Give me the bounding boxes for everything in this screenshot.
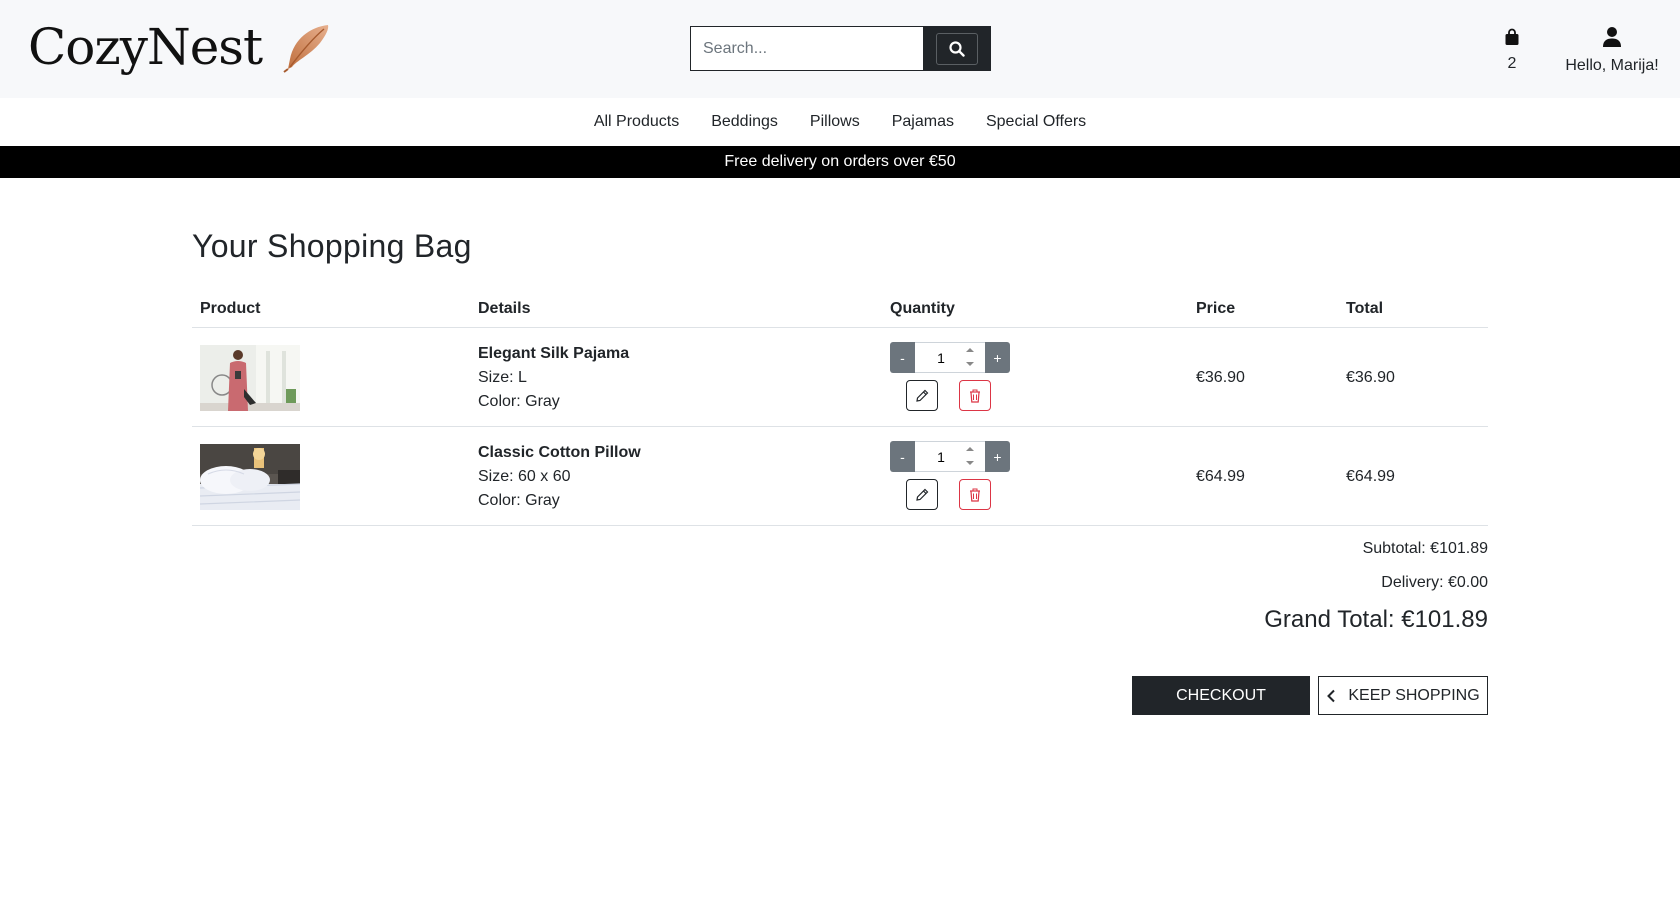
decrement-button[interactable]: -	[890, 342, 915, 373]
search-button[interactable]	[923, 26, 991, 71]
row-actions	[890, 380, 1180, 411]
bag-content: Your Shopping Bag Product Details Quanti…	[192, 228, 1488, 715]
edit-button[interactable]	[906, 479, 938, 510]
nav-beddings[interactable]: Beddings	[711, 113, 778, 131]
spinner-arrows[interactable]	[963, 447, 977, 465]
logo-text: CozyNest	[28, 18, 263, 76]
row-actions	[890, 479, 1180, 510]
main-nav: All Products Beddings Pillows Pajamas Sp…	[0, 98, 1680, 146]
quantity-stepper: - +	[890, 342, 1010, 373]
product-details-cell: Elegant Silk Pajama Size: L Color: Gray	[470, 327, 882, 427]
delivery-cost: Delivery: €0.00	[1381, 574, 1488, 591]
product-image-cell	[192, 327, 470, 427]
bag-table: Product Details Quantity Price Total Ele…	[192, 294, 1488, 526]
search-icon	[949, 40, 965, 57]
account-link[interactable]: Hello, Marija!	[1542, 26, 1680, 75]
nav-pillows[interactable]: Pillows	[810, 113, 860, 131]
order-summary: Subtotal: €101.89 Delivery: €0.00 Grand …	[1264, 540, 1488, 634]
product-image-pillow	[200, 444, 300, 510]
promo-banner: Free delivery on orders over €50	[0, 146, 1680, 178]
quantity-cell: - +	[882, 327, 1188, 427]
page-title: Your Shopping Bag	[192, 228, 472, 264]
delete-button[interactable]	[959, 380, 991, 411]
nav-pajamas[interactable]: Pajamas	[892, 113, 954, 131]
bag-buttons: CHECKOUT KEEP SHOPPING	[1132, 676, 1488, 715]
decrement-button[interactable]: -	[890, 441, 915, 472]
subtotal: Subtotal: €101.89	[1362, 540, 1488, 557]
product-image-pajama	[200, 345, 300, 411]
chevron-left-icon	[1327, 689, 1336, 702]
pencil-icon	[916, 389, 929, 402]
checkout-button[interactable]: CHECKOUT	[1132, 676, 1310, 715]
header-quantity: Quantity	[882, 294, 1188, 328]
product-price: €64.99	[1188, 426, 1338, 526]
quantity-stepper: - +	[890, 441, 1010, 472]
product-total: €64.99	[1338, 426, 1488, 526]
header-total: Total	[1338, 294, 1488, 328]
search-input[interactable]	[690, 26, 923, 71]
product-price: €36.90	[1188, 327, 1338, 427]
trash-icon	[970, 488, 980, 502]
bag-count: 2	[1507, 55, 1517, 72]
quantity-field-wrap	[915, 342, 985, 373]
product-name: Elegant Silk Pajama	[478, 345, 630, 362]
trash-icon	[970, 389, 980, 403]
table-row: Classic Cotton Pillow Size: 60 x 60 Colo…	[192, 426, 1488, 526]
logo-link[interactable]: CozyNest	[28, 18, 332, 76]
increment-button[interactable]: +	[985, 342, 1010, 373]
search-form	[690, 26, 991, 71]
spinner-arrows[interactable]	[963, 348, 977, 366]
product-image-cell	[192, 426, 470, 526]
product-color: Color: Gray	[478, 393, 560, 410]
product-total: €36.90	[1338, 327, 1488, 427]
product-color: Color: Gray	[478, 492, 560, 509]
account-greeting: Hello, Marija!	[1565, 57, 1659, 74]
product-size: Size: 60 x 60	[478, 468, 571, 485]
product-name: Classic Cotton Pillow	[478, 444, 641, 461]
feather-icon	[283, 25, 329, 73]
quantity-cell: - +	[882, 426, 1188, 526]
shopping-bag-icon	[1505, 28, 1519, 45]
nav-all-products[interactable]: All Products	[594, 113, 679, 131]
grand-total: Grand Total: €101.89	[1264, 606, 1488, 633]
keep-shopping-button[interactable]: KEEP SHOPPING	[1318, 676, 1488, 715]
nav-special-offers[interactable]: Special Offers	[986, 113, 1086, 131]
user-icon	[1603, 27, 1621, 47]
site-header: CozyNest Search... 2 Hello, Marija!	[0, 0, 1680, 98]
increment-button[interactable]: +	[985, 441, 1010, 472]
product-details-cell: Classic Cotton Pillow Size: 60 x 60 Colo…	[470, 426, 882, 526]
product-size: Size: L	[478, 369, 527, 386]
pencil-icon	[916, 488, 929, 501]
quantity-field-wrap	[915, 441, 985, 472]
keep-shopping-label: KEEP SHOPPING	[1348, 686, 1480, 704]
header-details: Details	[470, 294, 882, 328]
edit-button[interactable]	[906, 380, 938, 411]
delete-button[interactable]	[959, 479, 991, 510]
table-header-row: Product Details Quantity Price Total	[192, 294, 1488, 328]
header-price: Price	[1188, 294, 1338, 328]
search-button-frame	[936, 32, 978, 65]
header-product: Product	[192, 294, 470, 328]
table-row: Elegant Silk Pajama Size: L Color: Gray …	[192, 327, 1488, 427]
shopping-bag-link[interactable]: 2	[1496, 28, 1528, 73]
